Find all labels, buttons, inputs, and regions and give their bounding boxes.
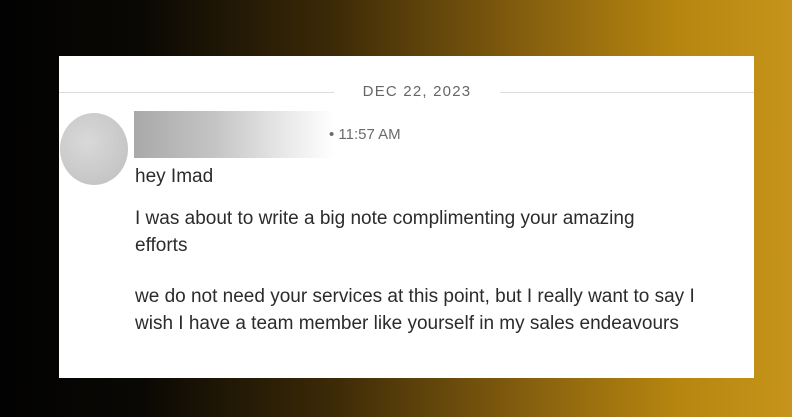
message-text: we do not need your services at this poi…	[135, 286, 695, 334]
message-text: hey Imad	[135, 166, 214, 187]
divider-line-left	[59, 92, 334, 93]
avatar[interactable]	[60, 113, 128, 185]
message-card: DEC 22, 2023 • 11:57 AM hey Imad I was a…	[59, 56, 754, 378]
message-text: I was about to write a big note complime…	[135, 208, 635, 256]
message-timestamp: • 11:57 AM	[329, 126, 401, 143]
divider-line-right	[500, 92, 754, 93]
sender-name-redacted	[134, 111, 334, 158]
date-label: DEC 22, 2023	[362, 83, 472, 100]
date-divider: DEC 22, 2023	[59, 82, 754, 102]
